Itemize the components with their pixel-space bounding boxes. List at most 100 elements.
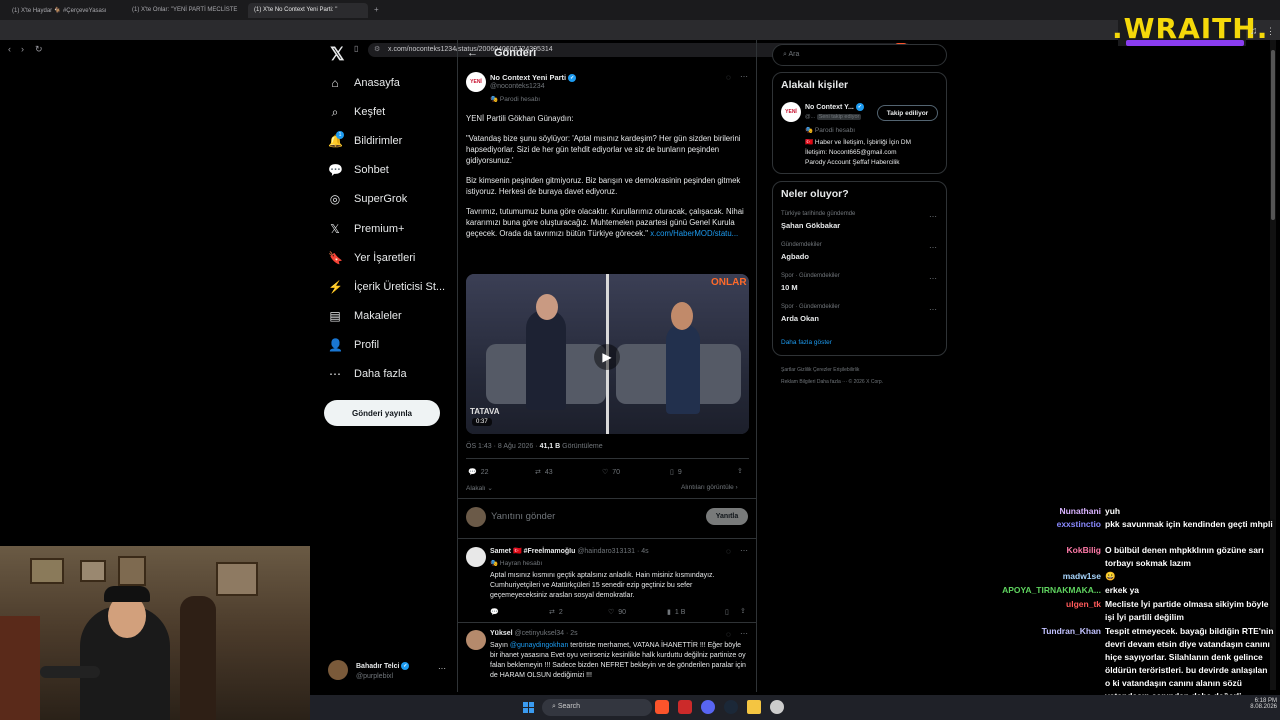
- share-icon[interactable]: ⇪: [737, 467, 743, 475]
- sidebar-item-explore[interactable]: ⌕ Keşfet: [328, 100, 386, 124]
- post-more-icon[interactable]: ⋯: [740, 72, 748, 81]
- sidebar-item-profile[interactable]: 👤 Profil: [328, 333, 379, 357]
- post-repost-action[interactable]: ⇄ 43: [535, 468, 553, 477]
- discord-icon[interactable]: [701, 700, 715, 714]
- sidebar-item-more[interactable]: ⋯ Daha fazla: [328, 362, 407, 386]
- browser-tab-2[interactable]: (1) X'te Onlar: "YENİ PARTİ MECLİSTE: [126, 3, 246, 18]
- windows-start-icon[interactable]: [523, 702, 534, 713]
- post-author-name[interactable]: No Context Yeni Parti ✓: [490, 73, 577, 83]
- webcam-overlay: [0, 546, 310, 720]
- reply-1-repost-action[interactable]: ⇄ 2: [549, 608, 563, 617]
- chat-username[interactable]: Tundran_Khan: [1000, 625, 1105, 703]
- reply-1-views-action[interactable]: ▮ 1 B: [667, 608, 685, 617]
- reply-1-reply-action[interactable]: 💬: [490, 608, 499, 616]
- trend-item[interactable]: 10 M: [781, 283, 798, 292]
- post-like-action[interactable]: ♡ 70: [602, 468, 620, 477]
- forward-icon[interactable]: ›: [21, 44, 24, 54]
- chat-message: APOYA_TIRNAKMAKA... erkek ya: [1000, 584, 1275, 597]
- reply-1-like-action[interactable]: ♡ 90: [608, 608, 626, 617]
- grok-icon[interactable]: ◌: [726, 630, 731, 639]
- view-quotes-link[interactable]: Alıntıları görüntüle ›: [681, 484, 738, 491]
- chat-username[interactable]: APOYA_TIRNAKMAKA...: [1000, 584, 1105, 597]
- bookmark-icon[interactable]: ▯: [725, 608, 729, 616]
- brave-icon[interactable]: [655, 700, 669, 714]
- back-icon[interactable]: ‹: [8, 44, 11, 54]
- back-arrow-icon[interactable]: ←: [467, 47, 478, 59]
- sidebar-item-articles[interactable]: ▤ Makaleler: [328, 304, 401, 328]
- share-icon[interactable]: ⇪: [740, 607, 746, 615]
- bookmark-page-icon[interactable]: ▯: [354, 44, 358, 53]
- grok-icon[interactable]: ◌: [726, 547, 731, 556]
- post-author-avatar[interactable]: YENİ: [466, 72, 486, 92]
- grok-icon[interactable]: ◌: [726, 73, 731, 82]
- sidebar-item-label: Yer İşaretleri: [354, 251, 416, 264]
- post-bookmark-action[interactable]: ▯ 9: [670, 468, 682, 477]
- chat-username[interactable]: ulgen_tk: [1000, 598, 1105, 624]
- post-reply-action[interactable]: 💬 22: [468, 468, 489, 477]
- post-author-handle[interactable]: @noconteks1234: [490, 83, 545, 90]
- sidebar-item-home[interactable]: ⌂ Anasayfa: [328, 71, 400, 95]
- bookmarks-icon: 🔖: [328, 250, 343, 265]
- post-link[interactable]: x.com/HaberMOD/statu...: [650, 229, 738, 238]
- sidebar-item-notifications[interactable]: 🔔 1 Bildirimler: [328, 129, 402, 153]
- show-more-link[interactable]: Daha fazla göster: [781, 339, 832, 346]
- browser-tab-1[interactable]: (1) X'te Haydar 🐐 #ÇerçeveYasası: [6, 3, 124, 18]
- chat-username[interactable]: madw1se: [1000, 570, 1105, 583]
- trend-more-icon[interactable]: ⋯: [929, 305, 937, 314]
- footer-links-2[interactable]: Reklam Bilgileri Daha fazla ··· © 2026 X…: [781, 379, 883, 385]
- account-avatar[interactable]: [328, 660, 348, 680]
- footer-links-1[interactable]: Şartlar Gizlilik Çerezler Erişilebilirli…: [781, 367, 859, 373]
- chat-username[interactable]: Nunathani: [1000, 505, 1105, 518]
- obs-icon[interactable]: [770, 700, 784, 714]
- sidebar-item-supergrok[interactable]: ◎ SuperGrok: [328, 187, 407, 211]
- sidebar-item-bookmarks[interactable]: 🔖 Yer İşaretleri: [328, 246, 415, 270]
- reply-1-more-icon[interactable]: ⋯: [740, 546, 748, 555]
- relevant-sort[interactable]: Alakalı ⌄: [466, 484, 493, 492]
- trend-item[interactable]: Şahan Gökbakar: [781, 221, 840, 230]
- browser-tab-active[interactable]: (1) X'te No Context Yeni Parti: ": [248, 3, 368, 18]
- chat-message: madw1se 😀: [1000, 570, 1275, 583]
- related-name[interactable]: No Context Y... ✓: [805, 103, 864, 111]
- sidebar-item-creator-studio[interactable]: ⚡ İçerik Üreticisi St...: [328, 275, 445, 299]
- sidebar-item-label: SuperGrok: [354, 193, 408, 206]
- taskbar-search[interactable]: ⌕ Search: [542, 699, 652, 716]
- site-info-icon[interactable]: ⚙: [374, 45, 380, 53]
- chat-username[interactable]: exxstinctio: [1000, 518, 1105, 531]
- app-icon[interactable]: [678, 700, 692, 714]
- reply-1-author[interactable]: Samet 🇹🇷 #FreeİmamoğIu: [490, 548, 575, 555]
- clock[interactable]: 6:18 PM 8.08.2026: [1217, 698, 1277, 710]
- steam-icon[interactable]: [724, 700, 738, 714]
- sidebar-item-premium[interactable]: 𝕏 Premium+: [328, 217, 404, 241]
- reload-icon[interactable]: ↻: [35, 44, 43, 55]
- x-logo-icon[interactable]: 𝕏: [330, 44, 345, 65]
- reply-2-author[interactable]: Yüksel: [490, 630, 513, 637]
- reply-2-mention[interactable]: @gunaydingokhan: [510, 642, 569, 649]
- following-button[interactable]: Takip ediliyor: [877, 105, 938, 121]
- chat-username[interactable]: KokBilig: [1000, 544, 1105, 570]
- account-more-icon[interactable]: ···: [438, 664, 446, 673]
- trend-more-icon[interactable]: ⋯: [929, 274, 937, 283]
- post-button[interactable]: Gönderi yayınla: [324, 400, 440, 426]
- new-tab-button[interactable]: +: [374, 5, 379, 14]
- video-channel-logo: ONLAR: [711, 277, 747, 288]
- trend-item[interactable]: Agbado: [781, 252, 809, 261]
- reply-2-avatar[interactable]: [466, 630, 486, 650]
- reply-1-avatar[interactable]: [466, 547, 486, 567]
- post-video[interactable]: ONLAR TATAVA ▶ 0:37: [466, 274, 749, 434]
- search-input[interactable]: ⌕ Ara: [772, 44, 947, 66]
- chat-text: erkek ya: [1105, 585, 1140, 595]
- sidebar-item-chat[interactable]: 💬 Sohbet: [328, 158, 389, 182]
- account-name[interactable]: Bahadır Telci ✓: [356, 662, 410, 670]
- menu-icon[interactable]: ⋮: [1266, 26, 1275, 37]
- related-avatar[interactable]: YENİ: [781, 102, 801, 122]
- reply-2-more-icon[interactable]: ⋯: [740, 629, 748, 638]
- trend-item[interactable]: Arda Okan: [781, 314, 819, 323]
- trend-more-icon[interactable]: ⋯: [929, 243, 937, 252]
- video-play-icon[interactable]: ▶: [594, 344, 620, 370]
- trend-more-icon[interactable]: ⋯: [929, 212, 937, 221]
- reply-input[interactable]: Yanıtını gönder: [491, 511, 555, 522]
- folder-icon[interactable]: [747, 700, 761, 714]
- taskbar: ⌕ Search 6:18 PM 8.08.2026: [310, 695, 1280, 720]
- reply-button[interactable]: Yanıtla: [706, 508, 748, 525]
- page-scrollbar-thumb[interactable]: [1271, 50, 1275, 220]
